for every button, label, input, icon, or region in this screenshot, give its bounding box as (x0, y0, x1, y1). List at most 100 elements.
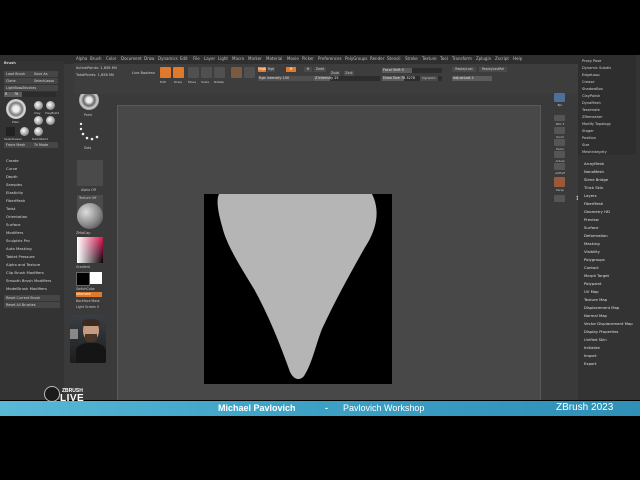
menu-texture[interactable]: Texture (422, 56, 437, 61)
brush-menu-twist[interactable]: Twist (6, 206, 15, 211)
menu-zplugin[interactable]: Zplugin (476, 56, 491, 61)
stager-item[interactable]: Stager (582, 129, 594, 133)
alternate-button[interactable]: Alternate (76, 292, 102, 297)
focal-shift-slider[interactable]: Focal Shift 0 (382, 68, 442, 73)
reset-all-brushes-button[interactable]: Reset All Brushes (4, 302, 60, 308)
floor-icon[interactable] (554, 195, 565, 202)
brush-menu-clip-modifiers[interactable]: Clip Brush Modifiers (6, 270, 44, 275)
brush-menu-smooth-modifiers[interactable]: Smooth Brush Modifiers (6, 278, 51, 283)
tool-menu-import[interactable]: Import (584, 353, 597, 358)
meshintegrity-item[interactable]: MeshIntegrity (582, 150, 607, 154)
switch-color-label[interactable]: SwitchColor (76, 287, 95, 291)
crease-item[interactable]: Crease (582, 80, 594, 84)
dynamic-subdiv-item[interactable]: Dynamic Subdiv (582, 66, 611, 70)
tool-menu-export[interactable]: Export (584, 361, 596, 366)
menu-preferences[interactable]: Preferences (318, 56, 342, 61)
tool-menu-deformation[interactable]: Deformation (584, 233, 608, 238)
select-lasso-button[interactable]: SelectLasso (32, 78, 58, 84)
clone-button[interactable]: Clone (4, 78, 32, 84)
menu-dynamics[interactable]: Dynamics (158, 56, 178, 61)
aahalf-icon[interactable] (554, 163, 565, 170)
menu-layer[interactable]: Layer (204, 56, 215, 61)
scale-mode-button[interactable] (201, 67, 212, 78)
color-picker[interactable] (77, 237, 103, 263)
mrgb-button[interactable]: Mrgb (258, 67, 266, 72)
secondary-color-swatch[interactable] (76, 272, 90, 286)
tessimate-item[interactable]: Tessimate (582, 108, 600, 112)
clay-brush-icon[interactable] (34, 101, 43, 110)
tool-menu-contact[interactable]: Contact (584, 265, 599, 270)
menu-draw[interactable]: Draw (144, 56, 154, 61)
zremesher-item[interactable]: ZRemesher (582, 115, 603, 119)
load-brush-button[interactable]: Load Brush (4, 71, 32, 77)
menu-macro[interactable]: Macro (232, 56, 244, 61)
light-screen-label[interactable]: Light Screen (76, 305, 96, 309)
tool-menu-unified-skin[interactable]: Unified Skin (584, 337, 607, 342)
tool-menu-normal-map[interactable]: Normal Map (584, 313, 607, 318)
tool-menu-uv-map[interactable]: UV Map (584, 289, 599, 294)
menu-zscript[interactable]: Zscript (495, 56, 509, 61)
m-toggle-button[interactable]: M (304, 67, 312, 72)
tool-menu-texture-map[interactable]: Texture Map (584, 297, 607, 302)
menu-help[interactable]: Help (513, 56, 522, 61)
brush-menu-depth[interactable]: Depth (6, 174, 18, 179)
move-mode-button[interactable] (188, 67, 199, 78)
bpr-render-icon[interactable] (554, 93, 565, 102)
edgeloop-item[interactable]: EdgeLoop (582, 73, 600, 77)
edit-mode-button[interactable] (160, 67, 171, 78)
zoom-icon[interactable] (554, 139, 565, 146)
menu-edit[interactable]: Edit (180, 56, 188, 61)
menu-polygroups[interactable]: PolyGroups (345, 56, 367, 61)
tool-menu-display-properties[interactable]: Display Properties (584, 329, 618, 334)
persp-icon[interactable] (554, 177, 565, 187)
tool-menu-fibermesh[interactable]: FiberMesh (584, 201, 603, 206)
primary-color-swatch[interactable] (90, 272, 102, 284)
menu-stencil[interactable]: Stencil (387, 56, 401, 61)
menu-marker[interactable]: Marker (248, 56, 262, 61)
m-button[interactable]: M (286, 67, 296, 72)
brush-menu-samples[interactable]: Samples (6, 182, 22, 187)
menu-document[interactable]: Document (121, 56, 142, 61)
brush-menu-modifiers[interactable]: Modifiers (6, 230, 23, 235)
menu-picker[interactable]: Picker (302, 56, 314, 61)
move-brush-icon[interactable] (46, 116, 55, 125)
modify-topology-item[interactable]: Modify Topology (582, 122, 611, 126)
brush-menu-fibermesh[interactable]: FiberMesh (6, 198, 25, 203)
tool-menu-slime-bridge[interactable]: Slime Bridge (584, 177, 608, 182)
replay-last-rel-button[interactable]: ReplayLastRel (479, 67, 507, 72)
tool-menu-geometry-hd[interactable]: Geometry HD (584, 209, 610, 214)
menu-stroke[interactable]: Stroke (405, 56, 418, 61)
menu-movie[interactable]: Movie (287, 56, 299, 61)
rotate-mode-button[interactable] (214, 67, 225, 78)
tool-menu-morph-target[interactable]: Morph Target (584, 273, 609, 278)
brush-menu-auto-masking[interactable]: Auto Masking (6, 246, 32, 251)
adjust-last-slider[interactable]: AdjustLast 1 (452, 76, 492, 81)
tool-menu-displacement-map[interactable]: Displacement Map (584, 305, 619, 310)
tool-menu-initialize[interactable]: Initialize (584, 345, 600, 350)
dots-stroke-icon[interactable] (78, 120, 102, 144)
brush-radius-slider[interactable]: R 78 (4, 92, 56, 97)
tool-menu-arraymesh[interactable]: ArrayMesh (584, 161, 604, 166)
smooth-brush-icon[interactable] (20, 127, 29, 136)
dam-standard-brush-icon[interactable] (34, 127, 43, 136)
menu-alpha[interactable]: Alpha (76, 56, 87, 61)
standard-brush-icon[interactable] (34, 116, 43, 125)
document-canvas[interactable] (117, 105, 541, 400)
alpha-off-slot[interactable] (77, 160, 103, 186)
document-area[interactable] (204, 194, 392, 384)
tool-menu-visibility[interactable]: Visibility (584, 249, 600, 254)
shadowbox-item[interactable]: ShadowBox (582, 87, 603, 91)
tool-menu-nanomesh[interactable]: NanoMesh (584, 169, 604, 174)
brush-palette-title[interactable]: Brush (4, 61, 16, 65)
brush-menu-elasticity[interactable]: Elasticity (6, 190, 23, 195)
menu-render[interactable]: Render (370, 56, 384, 61)
menu-material[interactable]: Material (266, 56, 282, 61)
brush-menu-sculptris-pro[interactable]: Sculptris Pro (6, 238, 30, 243)
texture-mode-button[interactable] (244, 67, 255, 78)
spix-icon[interactable] (554, 115, 565, 121)
tool-menu-polypaint[interactable]: Polypaint (584, 281, 601, 286)
menu-color[interactable]: Color (106, 56, 116, 61)
tool-menu-preview[interactable]: Preview (584, 217, 599, 222)
brush-menu-create[interactable]: Create (6, 158, 19, 163)
live-boolean-button[interactable]: Live Boolean (132, 71, 155, 75)
